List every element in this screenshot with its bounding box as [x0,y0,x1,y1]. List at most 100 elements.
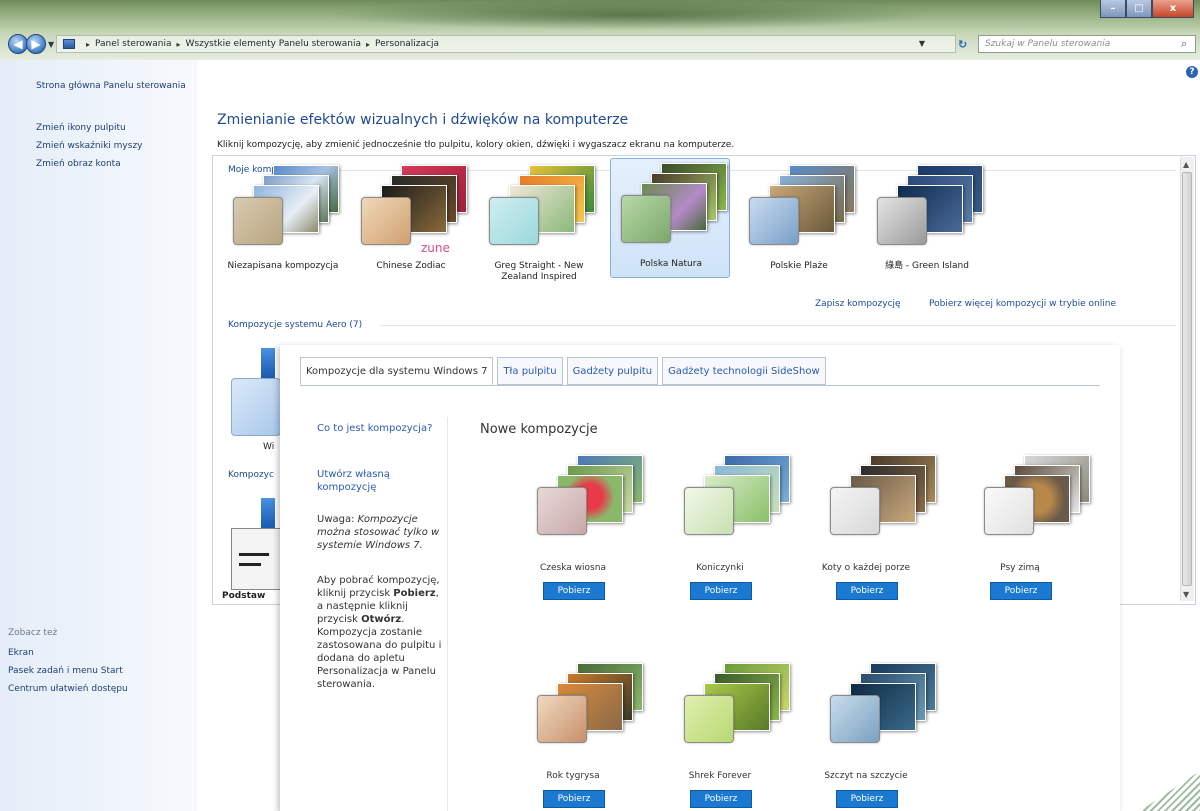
theme-label: Chinese Zodiac [376,261,446,271]
theme-tile-selected[interactable]: Polska Natura [610,158,730,278]
corner-watermark [1140,771,1200,811]
breadcrumb-separator-icon[interactable]: ▸ [86,40,90,49]
download-button[interactable]: Pobierz [990,582,1052,600]
create-own-theme-link[interactable]: Utwórz własną kompozycję [317,468,442,494]
theme-preview[interactable] [684,663,794,743]
theme-label: Shrek Forever [688,771,752,781]
basic-themes-heading: Kompozyc [228,470,274,480]
theme-tile[interactable]: Greg Straight - New Zealand Inspired [478,160,598,282]
recent-pages-dropdown-icon[interactable]: ▼ [48,40,54,49]
breadcrumb-separator-icon[interactable]: ▸ [177,40,181,49]
note-prefix: Uwaga: [317,514,358,525]
search-input[interactable]: Szukaj w Panelu sterowania [985,39,1181,49]
theme-preview [621,163,731,243]
save-theme-link[interactable]: Zapisz kompozycję [815,299,901,309]
see-also-heading: Zobacz też [8,628,58,638]
theme-tile[interactable]: Niezapisana kompozycja [222,160,342,280]
theme-preview[interactable] [830,663,940,743]
download-button[interactable]: Pobierz [690,582,752,600]
theme-label: Psy zimą [1000,563,1040,573]
theme-gallery-page: Kompozycje dla systemu Windows 7 Tła pul… [280,345,1120,811]
download-button[interactable]: Pobierz [690,790,752,808]
navigation-bar: ◀ ▶ ▼ ▸ Panel sterowania ▸ Wszystkie ele… [0,30,1200,58]
breadcrumb-separator-icon[interactable]: ▸ [366,40,370,49]
breadcrumb-personalization[interactable]: Personalizacja [375,39,439,49]
theme-preview [361,165,471,245]
theme-tile[interactable]: 綠島 - Green Island [866,160,986,280]
tab-desktop-backgrounds[interactable]: Tła pulpitu [497,357,563,385]
search-box[interactable]: Szukaj w Panelu sterowania ⌕ [978,35,1196,53]
theme-preview[interactable] [984,455,1094,535]
download-theme-item: Czeska wiosna Pobierz [500,455,646,605]
page-description: Kliknij kompozycję, aby zmienić jednocze… [217,140,735,150]
refresh-icon[interactable]: ↻ [958,38,974,52]
theme-preview [749,165,859,245]
change-mouse-pointers-link[interactable]: Zmień wskaźniki myszy [36,140,186,152]
scroll-up-icon[interactable]: ▲ [1183,160,1189,169]
theme-tile[interactable]: zune Chinese Zodiac [350,160,470,280]
instructions-download-word: Pobierz [393,588,436,599]
group-divider [380,325,1176,326]
display-link[interactable]: Ekran [8,648,34,658]
theme-preview[interactable] [537,455,647,535]
theme-label: Koniczynki [696,563,744,573]
theme-label: Rok tygrysa [546,771,600,781]
theme-label: Polskie Plaże [770,261,828,271]
address-bar[interactable]: ▸ Panel sterowania ▸ Wszystkie elementy … [56,35,956,53]
tab-windows7-themes[interactable]: Kompozycje dla systemu Windows 7 [300,357,494,385]
title-bar: – □ x ◀ ▶ ▼ ▸ Panel sterowania ▸ Wszystk… [0,0,1200,60]
theme-label: Czeska wiosna [540,563,606,573]
download-theme-item: Szczyt na szczycie Pobierz [793,663,939,811]
gallery-divider [447,417,448,811]
download-button[interactable]: Pobierz [543,582,605,600]
instructions-open-word: Otwórz [361,614,402,625]
scroll-down-icon[interactable]: ▼ [1183,590,1189,599]
theme-label: Koty o każdej porze [821,563,911,573]
search-icon[interactable]: ⌕ [1181,37,1195,51]
breadcrumb-all-items[interactable]: Wszystkie elementy Panelu sterowania [186,39,361,49]
breadcrumb-control-panel[interactable]: Panel sterowania [95,39,172,49]
basic-theme-label: Podstaw [222,591,266,601]
maximize-button[interactable]: □ [1126,0,1152,18]
gallery-sidebar: Co to jest kompozycja? Utwórz własną kom… [280,387,447,811]
back-button[interactable]: ◀ [8,34,28,54]
download-button[interactable]: Pobierz [836,790,898,808]
theme-preview[interactable] [537,663,647,743]
theme-preview[interactable] [830,455,940,535]
download-theme-item: Shrek Forever Pobierz [647,663,793,811]
tab-sideshow-gadgets[interactable]: Gadżety technologii SideShow [662,357,826,385]
instructions-part-3: . Kompozycja zostanie zastosowana do pul… [317,614,442,690]
page-title: Zmienianie efektów wizualnych i dźwięków… [217,112,629,128]
what-is-theme-link[interactable]: Co to jest kompozycja? [317,422,442,435]
tab-desktop-gadgets[interactable]: Gadżety pulpitu [566,357,659,385]
download-theme-item: Rok tygrysa Pobierz [500,663,646,811]
theme-preview[interactable] [684,455,794,535]
theme-label: Polska Natura [640,259,702,269]
new-themes-heading: Nowe kompozycje [480,422,598,437]
scrollbar-thumb[interactable] [1182,172,1192,586]
close-button[interactable]: x [1152,0,1194,18]
download-theme-item: Koniczynki Pobierz [647,455,793,605]
download-button[interactable]: Pobierz [836,582,898,600]
control-panel-home-link[interactable]: Strona główna Panelu sterowania [36,80,186,92]
sidebar: Strona główna Panelu sterowania Zmień ik… [0,60,198,811]
theme-tile[interactable]: Polskie Plaże [738,160,858,280]
theme-label: Szczyt na szczycie [824,771,908,781]
compatibility-note: Uwaga: Kompozycje można stosować tylko w… [317,513,442,552]
ease-of-access-link[interactable]: Centrum ułatwień dostępu [8,684,128,694]
taskbar-start-menu-link[interactable]: Pasek zadań i menu Start [8,666,123,676]
change-account-picture-link[interactable]: Zmień obraz konta [36,158,186,170]
forward-button[interactable]: ▶ [26,34,46,54]
download-instructions: Aby pobrać kompozycję, kliknij przycisk … [317,574,442,691]
help-icon[interactable]: ? [1186,66,1198,78]
download-theme-item: Koty o każdej porze Pobierz [793,455,939,605]
theme-label: Niezapisana kompozycja [227,261,339,271]
address-dropdown-icon[interactable]: ▼ [919,39,925,48]
change-desktop-icons-link[interactable]: Zmień ikony pulpitu [36,122,186,134]
download-button[interactable]: Pobierz [543,790,605,808]
get-more-themes-link[interactable]: Pobierz więcej kompozycji w trybie onlin… [929,299,1116,309]
theme-label: 綠島 - Green Island [885,261,969,271]
minimize-button[interactable]: – [1100,0,1126,18]
theme-preview [233,165,343,245]
control-panel-icon [63,39,75,49]
